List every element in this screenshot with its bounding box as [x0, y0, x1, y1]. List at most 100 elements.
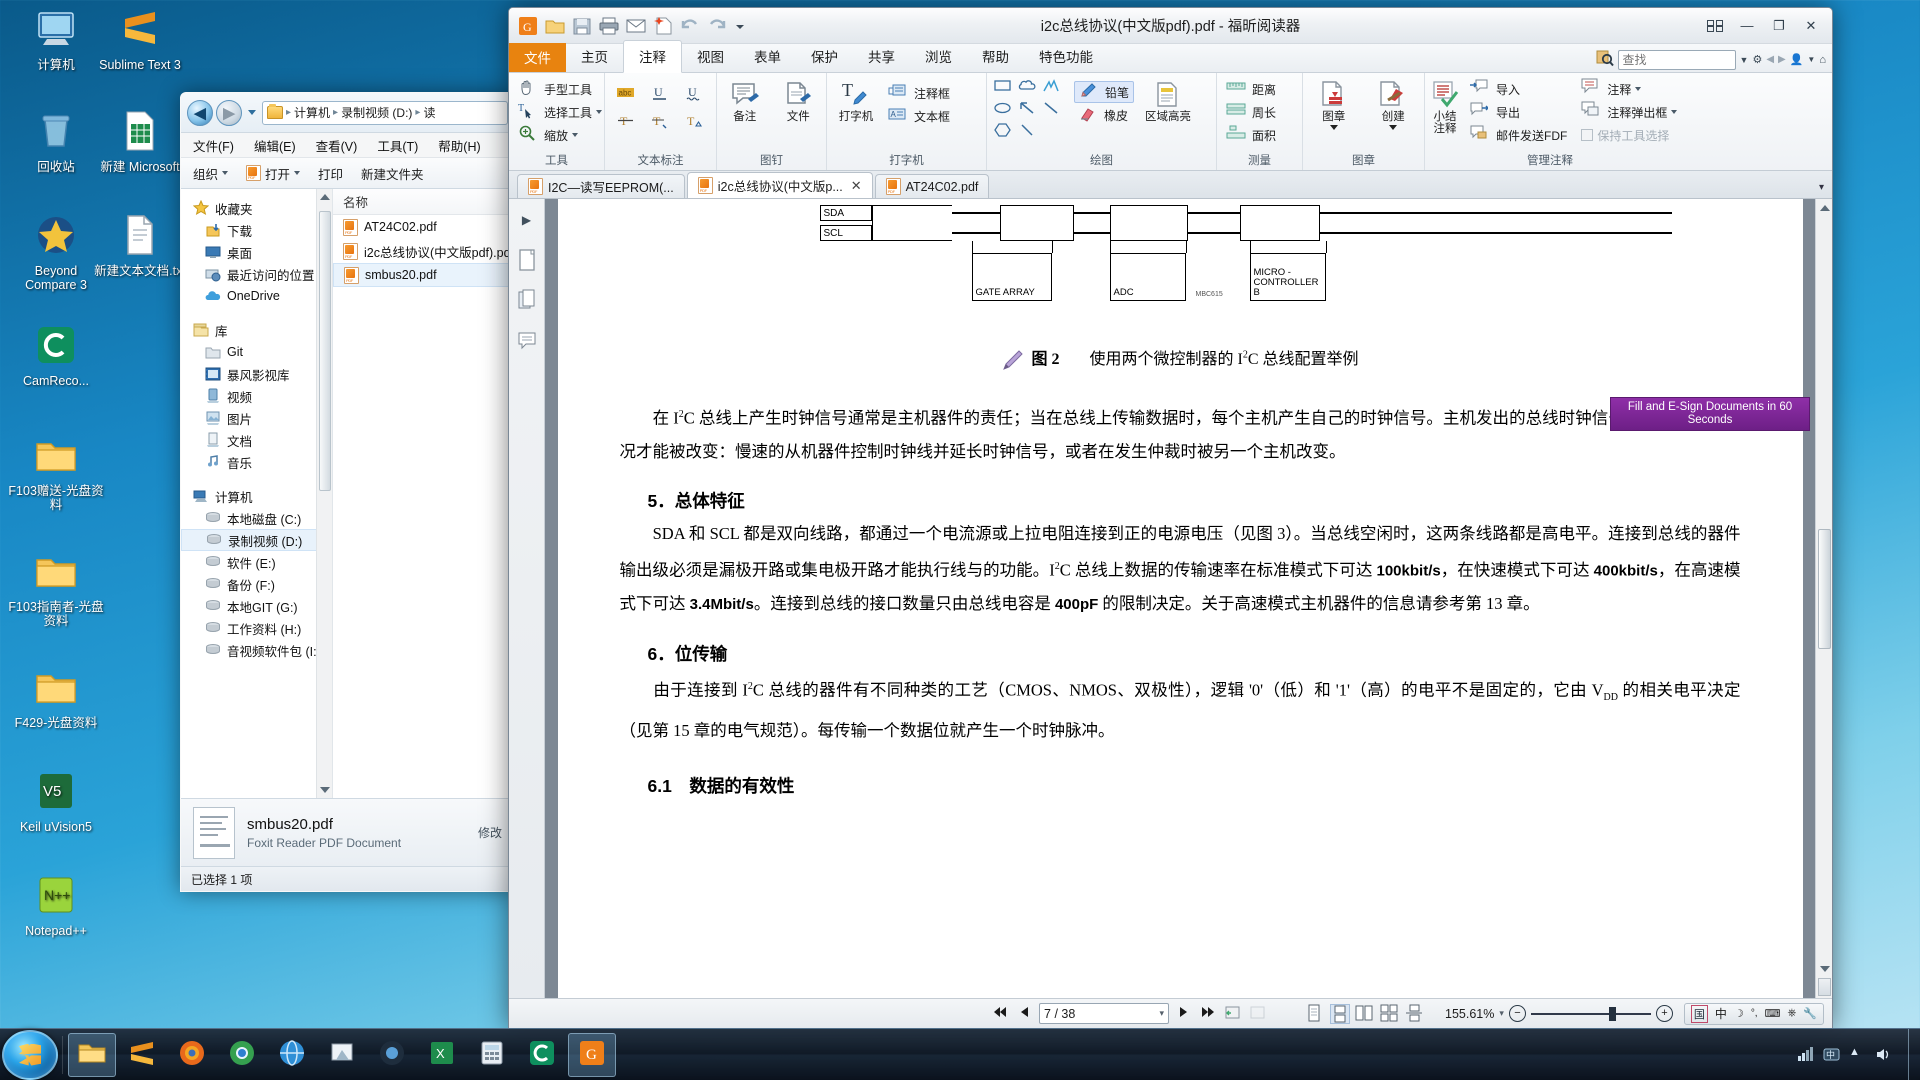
breadcrumb-computer[interactable]: 计算机 [294, 104, 330, 121]
page-dropdown-caret-icon[interactable]: ▾ [1160, 1008, 1165, 1019]
chevron-down-icon[interactable] [596, 110, 603, 114]
select-tool-button[interactable]: T 选择工具 [514, 101, 606, 123]
tree-item-计算机[interactable]: 计算机 [181, 485, 332, 507]
tree-item-本地磁盘 (C:)[interactable]: 本地磁盘 (C:) [181, 507, 332, 529]
explorer-navigation-pane[interactable]: 收藏夹 下载 桌面 最近访问的位置 OneDrive 库 Git 暴风影视库 视频 图片 文档 音乐计… [181, 189, 333, 798]
highlight-icon[interactable]: abc [616, 84, 638, 106]
desktop-icon-keil-uvision5[interactable]: V5 Keil uVision5 [8, 768, 104, 834]
callout-button[interactable]: 注释框 [884, 82, 954, 104]
comments-panel-icon[interactable] [513, 325, 541, 355]
taskbar-button-excel[interactable]: X [418, 1033, 466, 1077]
tree-item-桌面[interactable]: 桌面 [181, 241, 332, 263]
account-caret-icon[interactable]: ▼ [1807, 55, 1815, 64]
expand-panel-icon[interactable]: ▶ [513, 205, 541, 235]
ime-chinese-label[interactable]: 中 [1715, 1005, 1727, 1022]
close-tab-icon[interactable]: ✕ [851, 178, 862, 194]
tree-item-收藏夹[interactable]: 收藏夹 [181, 197, 332, 219]
ribbon-tab-注释[interactable]: 注释 [623, 40, 682, 73]
search-input[interactable] [1617, 49, 1736, 70]
last-page-icon[interactable] [1199, 1004, 1219, 1024]
show-desktop-button[interactable] [1908, 1028, 1920, 1080]
search-dropdown-caret-icon[interactable]: ▼ [1740, 55, 1749, 65]
help-icon[interactable]: ⌂ [1819, 54, 1826, 66]
document-tab[interactable]: I2C—读写EEPROM(... [517, 174, 685, 198]
chevron-down-icon[interactable] [572, 133, 579, 137]
undo-icon[interactable] [679, 15, 701, 37]
foxit-logo-icon[interactable]: G [517, 15, 539, 37]
desktop-icon-notepadpp[interactable]: N++ Notepad++ [8, 872, 104, 938]
taskbar-button-camrecorder[interactable] [518, 1033, 566, 1077]
create-stamp-button[interactable]: 创建 [1368, 78, 1420, 130]
ribbon-tab-特色功能[interactable]: 特色功能 [1024, 41, 1108, 72]
zoom-value[interactable]: 155.61% [1445, 1007, 1494, 1021]
account-icon[interactable]: 👤 [1790, 53, 1804, 66]
menu-file[interactable]: 文件(F) [193, 136, 234, 155]
squiggly-underline-icon[interactable]: U [684, 84, 706, 106]
desktop-icon-camrecorder[interactable]: CamReco... [8, 322, 104, 388]
tray-network-icon[interactable] [1797, 1046, 1814, 1063]
tree-item-最近访问的位置[interactable]: 最近访问的位置 [181, 263, 332, 285]
foxit-reader-window[interactable]: G i2c总线协议(中文版pdf).pdf - 福昕阅读器 — ❐ ✕ 文件 主页… [508, 7, 1833, 1029]
recent-locations-caret-icon[interactable] [248, 110, 256, 115]
zoom-out-icon[interactable]: − [1508, 1005, 1526, 1022]
tree-item-录制视频 (D:)[interactable]: 录制视频 (D:) [181, 529, 332, 551]
pencil-annotation-icon[interactable] [1001, 348, 1027, 372]
start-button[interactable] [2, 1029, 58, 1080]
print-icon[interactable] [598, 15, 620, 37]
taskbar-button-snipping-tool[interactable] [318, 1033, 366, 1077]
tree-item-文档[interactable]: 文档 [181, 429, 332, 451]
pdf-vertical-scrollbar[interactable] [1815, 199, 1832, 998]
ime-toolbar[interactable]: 国 中 ☽ °, ⌨ ⎈ 🔧 [1683, 1002, 1824, 1025]
ribbon-toggle-icon[interactable] [1700, 15, 1730, 37]
import-button[interactable]: 导入 [1466, 78, 1571, 100]
ribbon-tab-strip[interactable]: 文件 主页 注释 视图 表单 保护 共享 浏览 帮助 特色功能 ▼ ⚙ ◀ ▶ 👤 ▼ ⌂ [509, 40, 1832, 73]
tree-item-库[interactable]: 库 [181, 319, 332, 341]
tree-item-图片[interactable]: 图片 [181, 407, 332, 429]
hand-tool-button[interactable]: 手型工具 [514, 78, 606, 100]
note-button[interactable]: 备注 [722, 78, 768, 123]
prev-page-icon[interactable] [1014, 1004, 1034, 1024]
new-from-file-icon[interactable] [652, 15, 674, 37]
ribbon-tab-主页[interactable]: 主页 [566, 41, 623, 72]
desktop-icon-sublime-text-3[interactable]: Sublime Text 3 [92, 6, 188, 72]
taskbar-button-chrome-like[interactable] [218, 1033, 266, 1077]
open-button[interactable]: 打开 [246, 164, 301, 183]
zoom-tool-button[interactable]: 缩放 [514, 124, 606, 146]
explorer-file-list[interactable]: 名称 AT24C02.pdf i2c总线协议(中文版pdf).pdf smbus20… [332, 189, 514, 798]
tree-item-视频[interactable]: 视频 [181, 385, 332, 407]
perimeter-button[interactable]: 周长 [1222, 101, 1280, 123]
foxit-side-panel-bar[interactable]: ▶ [509, 199, 545, 998]
scroll-up-arrow-icon[interactable] [319, 194, 330, 200]
ime-mode-icon[interactable]: 国 [1690, 1004, 1708, 1023]
maximize-icon[interactable]: ❐ [1764, 15, 1794, 37]
minimize-icon[interactable]: — [1732, 15, 1762, 37]
tree-item-下载[interactable]: 下载 [181, 219, 332, 241]
desktop-icon-new-microsoft-excel[interactable]: 新建 Microsoft [92, 108, 188, 174]
export-button[interactable]: 导出 [1466, 101, 1571, 123]
taskbar[interactable]: XG 中 ▲ [0, 1028, 1920, 1080]
continuous-icon[interactable] [1330, 1003, 1351, 1024]
ribbon-tab-表单[interactable]: 表单 [739, 41, 796, 72]
ime-wrench-icon[interactable]: 🔧 [1803, 1007, 1817, 1020]
menu-help[interactable]: 帮助(H) [438, 136, 480, 155]
ime-keyboard-icon[interactable]: ⌨ [1765, 1007, 1781, 1020]
bookmarks-icon[interactable] [513, 285, 541, 315]
summarize-comments-button[interactable]: 小结注释 [1430, 78, 1460, 135]
tab-list-caret-icon[interactable]: ▾ [1819, 182, 1824, 193]
email-icon[interactable] [625, 15, 647, 37]
promo-banner[interactable]: Fill and E-Sign Documents in 60 Seconds [1610, 397, 1810, 431]
search-icon[interactable] [1596, 49, 1614, 70]
textbox-button[interactable]: A 文本框 [884, 105, 954, 127]
tree-item-音乐[interactable]: 音乐 [181, 451, 332, 473]
strikeout-icon[interactable]: T [616, 112, 638, 134]
print-button[interactable]: 打印 [318, 164, 343, 183]
polygon-icon[interactable] [993, 122, 1015, 144]
ribbon-tab-文件[interactable]: 文件 [509, 43, 566, 72]
document-tab[interactable]: AT24C02.pdf [874, 174, 990, 198]
chevron-down-icon[interactable] [1635, 87, 1642, 91]
ime-punctuation-icon[interactable]: °, [1751, 1008, 1758, 1019]
ribbon-tab-保护[interactable]: 保护 [796, 41, 853, 72]
first-page-icon[interactable] [989, 1004, 1009, 1024]
tree-item-备份 (F:)[interactable]: 备份 (F:) [181, 573, 332, 595]
tree-item-音视频软件包 (I:)[interactable]: 音视频软件包 (I:) [181, 639, 332, 661]
